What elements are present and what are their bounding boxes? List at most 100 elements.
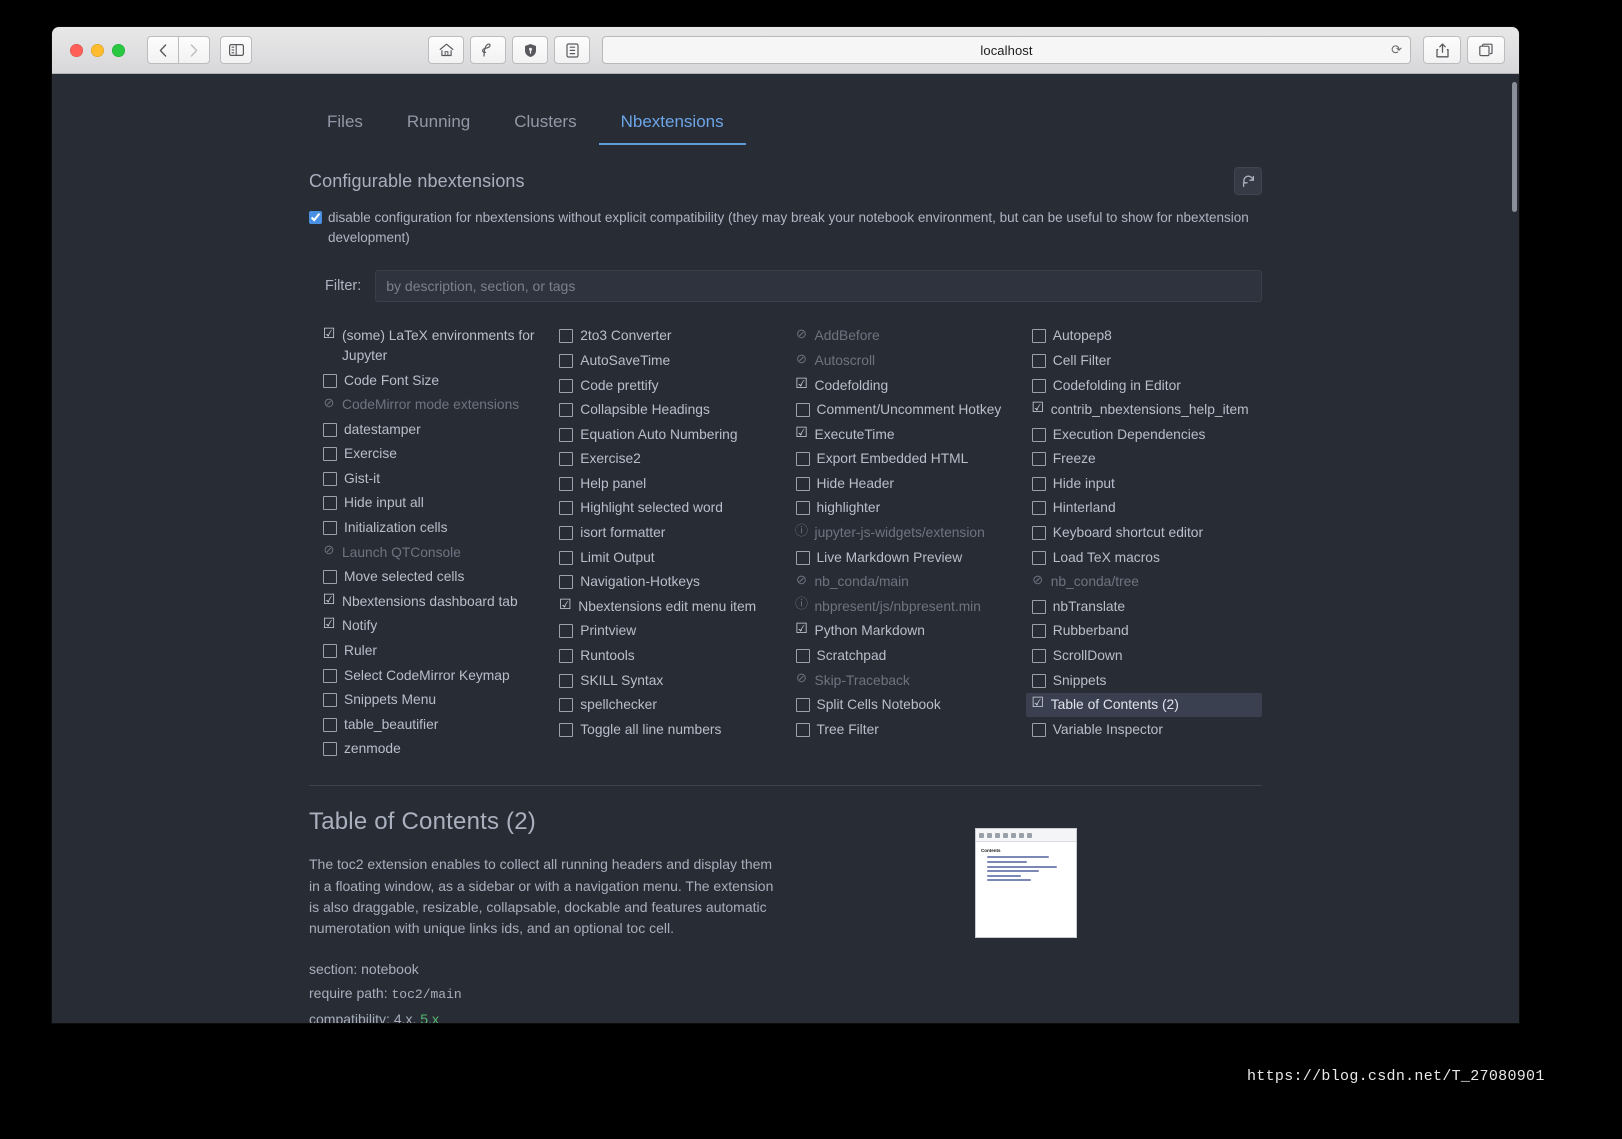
extension-item[interactable]: AutoSaveTime (553, 349, 789, 374)
checkbox-unchecked-icon[interactable] (323, 422, 337, 437)
checkbox-unchecked-icon[interactable] (323, 447, 337, 462)
extension-item[interactable]: Initialization cells (317, 516, 553, 541)
extension-item[interactable]: Toggle all line numbers (553, 717, 789, 742)
extension-item[interactable]: ☑ Nbextensions edit menu item (553, 594, 789, 619)
extension-item[interactable]: Hide Header (790, 471, 1026, 496)
extension-item[interactable]: Gist-it (317, 466, 553, 491)
back-button[interactable] (147, 36, 179, 64)
extension-item[interactable]: Live Markdown Preview (790, 545, 1026, 570)
scrollbar-thumb[interactable] (1512, 82, 1517, 212)
info-icon[interactable]: ⓘ (795, 524, 808, 537)
extension-item[interactable]: ⓘ nbpresent/js/nbpresent.min (790, 594, 1026, 619)
checkbox-unchecked-icon[interactable] (795, 501, 810, 516)
disable-incompatible-config-row[interactable]: disable configuration for nbextensions w… (309, 208, 1254, 248)
extension-item[interactable]: Runtools (553, 643, 789, 668)
checkbox-unchecked-icon[interactable] (1031, 354, 1046, 369)
checkbox-unchecked-icon[interactable] (559, 722, 574, 737)
extension-item[interactable]: Snippets (1026, 668, 1262, 693)
bookmark-button[interactable] (554, 36, 590, 64)
extension-item[interactable]: datestamper (317, 417, 553, 442)
extension-item[interactable]: Load TeX macros (1026, 545, 1262, 570)
extension-item[interactable]: Rubberband (1026, 619, 1262, 644)
extension-item[interactable]: Split Cells Notebook (790, 693, 1026, 718)
extension-item[interactable]: spellchecker (553, 693, 789, 718)
checkbox-unchecked-icon[interactable] (1031, 526, 1046, 541)
checkbox-unchecked-icon[interactable] (323, 742, 337, 757)
checkbox-unchecked-icon[interactable] (323, 496, 337, 511)
extension-item[interactable]: ☑ Codefolding (790, 373, 1026, 398)
checkbox-unchecked-icon[interactable] (795, 403, 810, 418)
home-button[interactable] (428, 36, 464, 64)
extension-item[interactable]: Snippets Menu (317, 688, 553, 713)
checkbox-unchecked-icon[interactable] (1031, 673, 1046, 688)
checkbox-unchecked-icon[interactable] (1031, 722, 1046, 737)
extension-item[interactable]: ☑ Table of Contents (2) (1025, 692, 1262, 718)
extension-item[interactable]: 2to3 Converter (553, 324, 789, 349)
close-window-button[interactable] (70, 43, 83, 57)
extension-item[interactable]: Keyboard shortcut editor (1026, 521, 1262, 546)
ban-icon[interactable]: ⊘ (1032, 573, 1044, 586)
checkbox-unchecked-icon[interactable] (1031, 378, 1046, 393)
extension-item[interactable]: table_beautifier (317, 712, 553, 737)
tab-clusters[interactable]: Clusters (492, 104, 598, 145)
checkbox-unchecked-icon[interactable] (795, 550, 810, 565)
extension-item[interactable]: ⊘ AddBefore (790, 324, 1026, 349)
extension-item[interactable]: ☑ contrib_nbextensions_help_item (1026, 398, 1262, 423)
extension-item[interactable]: ☑ (some) LaTeX environments for Jupyter (317, 324, 553, 368)
checkbox-unchecked-icon[interactable] (1031, 501, 1046, 516)
extension-item[interactable]: ⊘ Launch QTConsole (317, 540, 553, 565)
extension-item[interactable]: Navigation-Hotkeys (553, 570, 789, 595)
extension-item[interactable]: Select CodeMirror Keymap (317, 663, 553, 688)
checkbox-unchecked-icon[interactable] (559, 476, 574, 491)
checkbox-unchecked-icon[interactable] (323, 668, 337, 683)
checkbox-unchecked-icon[interactable] (1031, 329, 1046, 344)
checkbox-unchecked-icon[interactable] (559, 526, 574, 541)
extension-item[interactable]: isort formatter (553, 521, 789, 546)
ban-icon[interactable]: ⊘ (323, 543, 335, 556)
ban-icon[interactable]: ⊘ (796, 671, 808, 684)
extension-item[interactable]: ScrollDown (1026, 643, 1262, 668)
extension-item[interactable]: Tree Filter (790, 717, 1026, 742)
extension-item[interactable]: Comment/Uncomment Hotkey (790, 398, 1026, 423)
extension-item[interactable]: Hinterland (1026, 496, 1262, 521)
extension-item[interactable]: ⊘ Skip-Traceback (790, 668, 1026, 693)
checkbox-unchecked-icon[interactable] (1031, 427, 1046, 442)
extension-item[interactable]: Variable Inspector (1026, 717, 1262, 742)
extension-item[interactable]: Equation Auto Numbering (553, 422, 789, 447)
filter-input[interactable] (375, 269, 1262, 302)
checkbox-unchecked-icon[interactable] (1031, 476, 1046, 491)
checkbox-checked-icon[interactable]: ☑ (795, 621, 808, 635)
extension-item[interactable]: ☑ ExecuteTime (790, 422, 1026, 447)
extension-item[interactable]: Execution Dependencies (1026, 422, 1262, 447)
checkbox-checked-icon[interactable]: ☑ (1031, 695, 1044, 709)
checkbox-unchecked-icon[interactable] (559, 624, 574, 639)
checkbox-checked-icon[interactable]: ☑ (795, 376, 808, 390)
checkbox-unchecked-icon[interactable] (559, 427, 574, 442)
minimize-window-button[interactable] (91, 43, 104, 57)
checkbox-unchecked-icon[interactable] (795, 698, 810, 713)
checkbox-unchecked-icon[interactable] (323, 471, 337, 486)
checkbox-unchecked-icon[interactable] (323, 717, 337, 732)
checkbox-unchecked-icon[interactable] (559, 452, 574, 467)
checkbox-unchecked-icon[interactable] (323, 373, 337, 388)
shield-button[interactable] (512, 36, 548, 64)
forward-button[interactable] (179, 36, 210, 64)
extension-item[interactable]: Export Embedded HTML (790, 447, 1026, 472)
checkbox-unchecked-icon[interactable] (323, 643, 337, 658)
checkbox-unchecked-icon[interactable] (559, 550, 574, 565)
extension-item[interactable]: zenmode (317, 737, 553, 762)
checkbox-checked-icon[interactable]: ☑ (795, 425, 808, 439)
extension-item[interactable]: SKILL Syntax (553, 668, 789, 693)
checkbox-unchecked-icon[interactable] (323, 570, 337, 585)
extension-item[interactable]: Printview (553, 619, 789, 644)
checkbox-unchecked-icon[interactable] (795, 452, 810, 467)
history-button[interactable] (470, 36, 506, 64)
extension-item[interactable]: Freeze (1026, 447, 1262, 472)
extension-item[interactable]: Code prettify (553, 373, 789, 398)
page-scrollbar[interactable] (1510, 74, 1519, 1023)
checkbox-unchecked-icon[interactable] (559, 501, 574, 516)
extension-item[interactable]: Exercise (317, 442, 553, 467)
extension-item[interactable]: ⊘ CodeMirror mode extensions (317, 393, 553, 418)
checkbox-unchecked-icon[interactable] (559, 403, 574, 418)
sidebar-toggle-button[interactable] (220, 36, 252, 64)
